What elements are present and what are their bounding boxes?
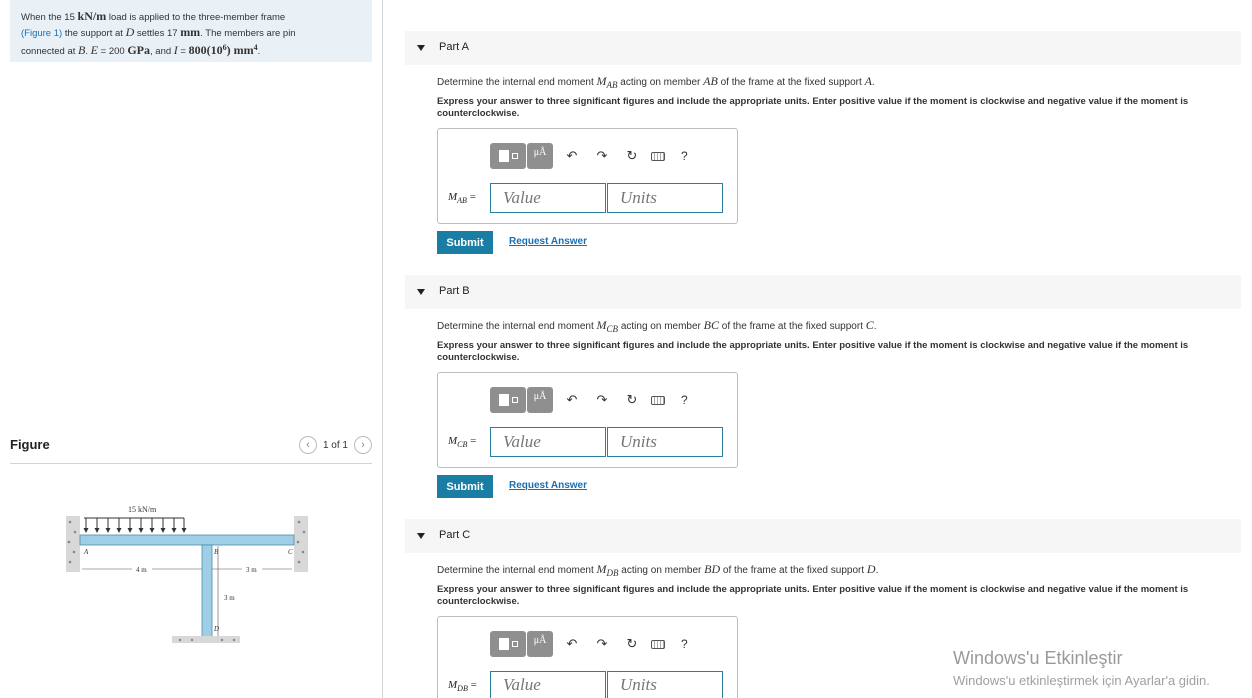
part-b-title: Part B xyxy=(439,285,470,297)
answer-label: MDB = xyxy=(448,679,477,694)
help-button[interactable]: ? xyxy=(681,149,688,163)
chevron-right-icon: › xyxy=(361,439,365,451)
units-input[interactable] xyxy=(607,427,723,457)
wall-support-left xyxy=(66,516,80,572)
units-input[interactable] xyxy=(607,183,723,213)
activation-watermark-subtitle: Windows'u etkinleştirmek için Ayarlar'a … xyxy=(953,673,1210,688)
math-toolbar: μÅ ↶ ↷ ↻ ? xyxy=(490,631,688,657)
wall-support-right xyxy=(294,516,308,572)
redo-icon[interactable]: ↷ xyxy=(591,633,613,655)
submit-button[interactable]: Submit xyxy=(437,231,493,254)
units-symbols-button[interactable]: μÅ xyxy=(527,631,553,657)
collapse-triangle-icon xyxy=(417,533,425,539)
collapse-triangle-icon xyxy=(417,289,425,295)
keyboard-icon[interactable] xyxy=(651,395,665,405)
beam-ac xyxy=(79,534,295,546)
part-a-instructions: Express your answer to three significant… xyxy=(437,96,1189,119)
collapse-triangle-icon xyxy=(417,45,425,51)
keyboard-icon[interactable] xyxy=(651,639,665,649)
part-b-instructions: Express your answer to three significant… xyxy=(437,340,1189,363)
request-answer-link[interactable]: Request Answer xyxy=(509,236,587,247)
part-a-title: Part A xyxy=(439,41,469,53)
request-answer-link[interactable]: Request Answer xyxy=(509,480,587,491)
figure-title: Figure xyxy=(10,437,50,452)
template-icon xyxy=(498,394,509,406)
part-a-header[interactable]: Part A xyxy=(405,31,1241,65)
reset-icon[interactable]: ↻ xyxy=(621,633,643,655)
chevron-left-icon: ‹ xyxy=(306,439,310,451)
part-a-answer-box: μÅ ↶ ↷ ↻ ? MAB = xyxy=(437,128,738,224)
value-input[interactable] xyxy=(490,427,606,457)
dimension-bc: 3 m xyxy=(246,566,257,574)
part-c-header[interactable]: Part C xyxy=(405,519,1241,553)
figure-link[interactable]: (Figure 1) xyxy=(21,28,62,39)
dimension-ab: 4 m xyxy=(136,566,147,574)
reset-icon[interactable]: ↻ xyxy=(621,145,643,167)
part-c-title: Part C xyxy=(439,529,471,541)
figure-page-count: 1 of 1 xyxy=(322,439,348,451)
undo-icon[interactable]: ↶ xyxy=(561,633,583,655)
units-symbols-button[interactable]: μÅ xyxy=(527,143,553,169)
template-icon xyxy=(498,638,509,650)
redo-icon[interactable]: ↷ xyxy=(591,389,613,411)
redo-icon[interactable]: ↷ xyxy=(591,145,613,167)
value-input[interactable] xyxy=(490,183,606,213)
point-a-label: A xyxy=(83,548,89,556)
part-c-answer-box: μÅ ↶ ↷ ↻ ? MDB = xyxy=(437,616,738,698)
problem-statement: When the 15 kN/m load is applied to the … xyxy=(10,0,372,62)
math-toolbar: μÅ ↶ ↷ ↻ ? xyxy=(490,387,688,413)
distributed-load xyxy=(83,517,187,533)
column-bd xyxy=(201,544,213,638)
part-b-answer-box: μÅ ↶ ↷ ↻ ? MCB = xyxy=(437,372,738,468)
part-b-header[interactable]: Part B xyxy=(405,275,1241,309)
activation-watermark-title: Windows'u Etkinleştir xyxy=(953,648,1123,668)
part-a-question: Determine the internal end moment MAB ac… xyxy=(437,74,875,91)
help-button[interactable]: ? xyxy=(681,637,688,651)
templates-button[interactable] xyxy=(490,631,526,657)
figure-pager: ‹ 1 of 1 › xyxy=(298,436,372,454)
part-b-question: Determine the internal end moment MCB ac… xyxy=(437,318,877,335)
units-input[interactable] xyxy=(607,671,723,698)
dimension-bd: 3 m xyxy=(224,594,235,602)
templates-button[interactable] xyxy=(490,387,526,413)
keyboard-icon[interactable] xyxy=(651,151,665,161)
prev-figure-button[interactable]: ‹ xyxy=(298,436,317,454)
part-c-instructions: Express your answer to three significant… xyxy=(437,584,1189,607)
part-c-question: Determine the internal end moment MDB ac… xyxy=(437,562,879,579)
left-panel: When the 15 kN/m load is applied to the … xyxy=(0,0,383,698)
undo-icon[interactable]: ↶ xyxy=(561,389,583,411)
submit-button[interactable]: Submit xyxy=(437,475,493,498)
answer-label: MCB = xyxy=(448,435,477,450)
ground-support-d xyxy=(172,636,240,643)
help-button[interactable]: ? xyxy=(681,393,688,407)
math-toolbar: μÅ ↶ ↷ ↻ ? xyxy=(490,143,688,169)
figure-header: Figure ‹ 1 of 1 › xyxy=(10,434,372,464)
template-icon xyxy=(498,150,509,162)
undo-icon[interactable]: ↶ xyxy=(561,145,583,167)
value-input[interactable] xyxy=(490,671,606,698)
answer-label: MAB = xyxy=(448,191,476,206)
units-symbols-button[interactable]: μÅ xyxy=(527,387,553,413)
templates-button[interactable] xyxy=(490,143,526,169)
next-figure-button[interactable]: › xyxy=(354,436,372,454)
load-label: 15 kN/m xyxy=(128,505,157,514)
reset-icon[interactable]: ↻ xyxy=(621,389,643,411)
point-c-label: C xyxy=(288,548,293,556)
frame-diagram: 15 kN/m A B C D 4 m 3 m 3 m xyxy=(66,505,308,643)
